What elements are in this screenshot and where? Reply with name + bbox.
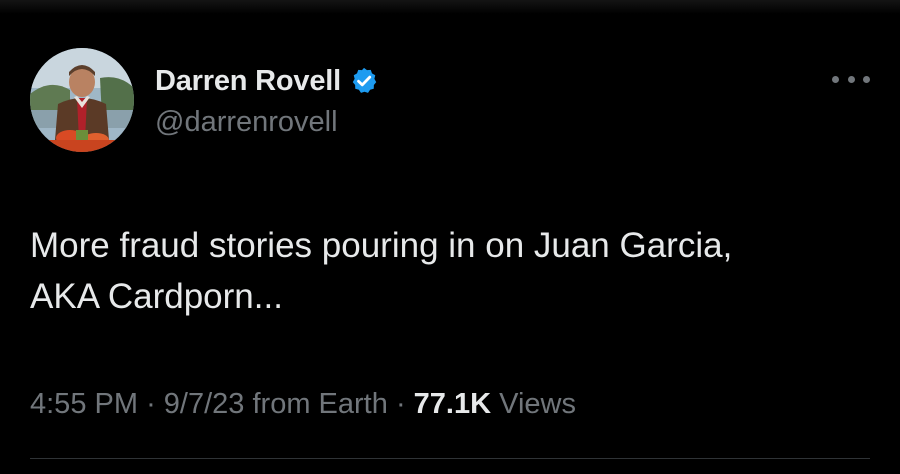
verified-check-icon [349, 66, 379, 96]
meta-separator: · [146, 388, 156, 420]
tweet-meta: 4:55 PM · 9/7/23 from Earth · 77.1K View… [30, 388, 576, 421]
tweet-date[interactable]: 9/7/23 [164, 388, 245, 420]
avatar[interactable] [30, 48, 134, 152]
more-dots-icon [847, 75, 855, 83]
tweet-text-line: More fraud stories pouring in on Juan Ga… [30, 226, 733, 265]
divider [30, 458, 870, 459]
more-dots-icon [863, 75, 870, 83]
views-count: 77.1K [413, 388, 492, 420]
meta-separator: · [395, 388, 406, 420]
author-name-row[interactable]: Darren Rovell [155, 61, 379, 101]
more-options-button[interactable] [832, 66, 870, 92]
views-label: Views [499, 388, 576, 420]
author-handle[interactable]: @darrenrovell [155, 106, 338, 139]
more-dots-icon [832, 75, 839, 83]
tweet-time[interactable]: 4:55 PM [30, 388, 138, 420]
display-name[interactable]: Darren Rovell [155, 65, 341, 98]
top-edge [0, 0, 900, 14]
tweet-text-line: AKA Cardporn... [30, 277, 283, 316]
avatar-photo [30, 48, 134, 152]
tweet-source: from Earth [252, 388, 388, 420]
tweet-text: More fraud stories pouring in on Juan Ga… [30, 220, 870, 322]
